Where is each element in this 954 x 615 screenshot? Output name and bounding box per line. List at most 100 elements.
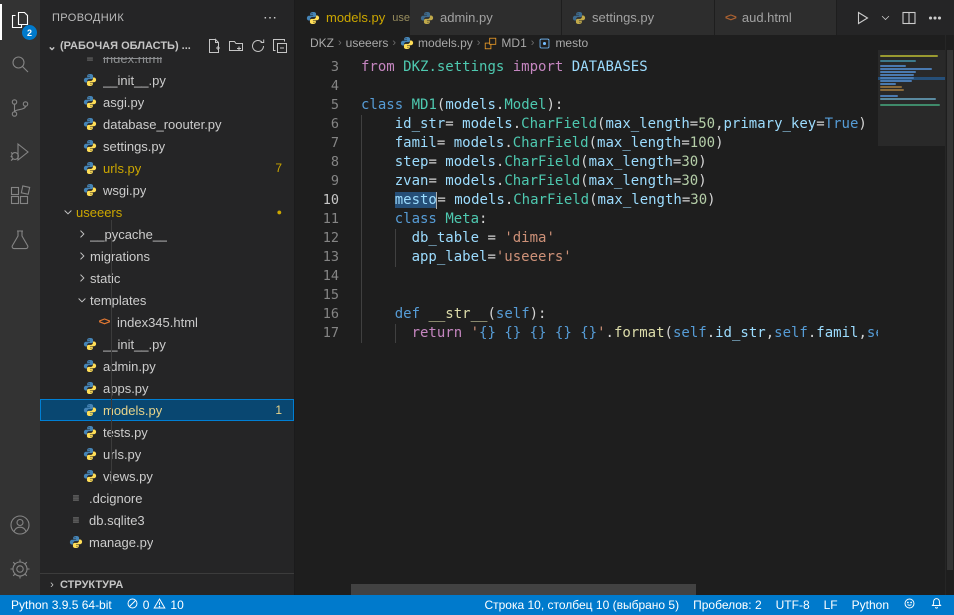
- status-language-mode[interactable]: Python: [845, 595, 896, 615]
- breadcrumb-item-DKZ[interactable]: DKZ: [310, 36, 334, 50]
- tree-item-wsgi.py[interactable]: wsgi.py: [40, 179, 294, 201]
- tree-item-manage.py[interactable]: manage.py: [40, 531, 294, 553]
- tree-indent-guide: [111, 220, 112, 484]
- activitybar-source-control[interactable]: [0, 88, 40, 132]
- tree-item-index345.html[interactable]: <>index345.html: [40, 311, 294, 333]
- tree-item-label: .dcignore: [89, 491, 142, 506]
- tree-item-views.py[interactable]: views.py: [40, 465, 294, 487]
- tree-item-templates[interactable]: templates: [40, 289, 294, 311]
- breadcrumb-item-mesto[interactable]: mesto: [538, 36, 588, 50]
- code-line-text: def __str__(self):: [339, 305, 546, 324]
- code-line-12[interactable]: 12 db_table = 'dima': [296, 229, 878, 248]
- code-line-text: id_str= models.CharField(max_length=50,p…: [339, 115, 867, 134]
- new-folder-icon-button[interactable]: [226, 36, 246, 56]
- code-line-7[interactable]: 7 famil= models.CharField(max_length=100…: [296, 134, 878, 153]
- tree-item-database_roouter.py[interactable]: database_roouter.py: [40, 113, 294, 135]
- tree-item-tests.py[interactable]: tests.py: [40, 421, 294, 443]
- tree-item-index.html[interactable]: ≡index.html: [40, 57, 294, 69]
- vertical-scrollbar[interactable]: [945, 35, 954, 595]
- tab-settings.py[interactable]: settings.py: [562, 0, 715, 35]
- tree-item-models.py[interactable]: models.py1: [40, 399, 294, 421]
- tree-item-urls.py[interactable]: urls.py7: [40, 157, 294, 179]
- code-line-14[interactable]: 14: [296, 267, 878, 286]
- python-file-icon: [68, 535, 84, 549]
- tab-admin.py[interactable]: admin.py: [410, 0, 562, 35]
- code-line-13[interactable]: 13 app_label='useeers': [296, 248, 878, 267]
- breadcrumb-item-MD1[interactable]: MD1: [484, 36, 526, 50]
- code-line-4[interactable]: 4: [296, 77, 878, 96]
- collapse-all-icon-button[interactable]: [270, 36, 290, 56]
- tree-item-label: asgi.py: [103, 95, 144, 110]
- status-encoding[interactable]: UTF-8: [769, 595, 817, 615]
- code-line-10[interactable]: 10 mesto= models.CharField(max_length=30…: [296, 191, 878, 210]
- code-line-text: [339, 286, 361, 305]
- error-count: 0: [143, 598, 150, 612]
- tree-item-__init__.py[interactable]: __init__.py: [40, 333, 294, 355]
- status-cursor-position[interactable]: Строка 10, столбец 10 (выбрано 5): [477, 595, 686, 615]
- chevron-right-icon: [74, 272, 90, 284]
- line-number: 16: [296, 305, 339, 324]
- activitybar-testing[interactable]: [0, 220, 40, 264]
- tree-item-label: templates: [90, 293, 146, 308]
- activitybar-run-debug[interactable]: [0, 132, 40, 176]
- tab-label: aud.html: [742, 10, 792, 25]
- problems-badge: 1: [275, 403, 282, 417]
- line-number: 9: [296, 172, 339, 191]
- tree-item-__init__.py[interactable]: __init__.py: [40, 69, 294, 91]
- code-editor[interactable]: 3from DKZ.settings import DATABASES45cla…: [296, 51, 878, 595]
- explorer-more-actions-button[interactable]: ⋯: [259, 9, 282, 26]
- code-line-5[interactable]: 5class MD1(models.Model):: [296, 96, 878, 115]
- breadcrumb-item-useeers[interactable]: useeers: [346, 36, 389, 50]
- tab-models.py[interactable]: models.pyuseeers1×: [296, 0, 410, 35]
- status-eol[interactable]: LF: [817, 595, 845, 615]
- tree-item-migrations[interactable]: migrations: [40, 245, 294, 267]
- activitybar-explorer[interactable]: 2: [0, 0, 40, 44]
- tree-item-urls.py[interactable]: urls.py: [40, 443, 294, 465]
- code-line-3[interactable]: 3from DKZ.settings import DATABASES: [296, 58, 878, 77]
- code-line-text: mesto= models.CharField(max_length=30): [339, 191, 716, 210]
- line-number: 6: [296, 115, 339, 134]
- horizontal-scrollbar[interactable]: [351, 584, 696, 595]
- code-line-15[interactable]: 15: [296, 286, 878, 305]
- code-line-11[interactable]: 11 class Meta:: [296, 210, 878, 229]
- sidebar-title: ПРОВОДНИК: [52, 12, 124, 24]
- tab-aud.html[interactable]: <>aud.html: [715, 0, 837, 35]
- tree-item-label: useeers: [76, 205, 122, 220]
- status-feedback[interactable]: [896, 595, 923, 615]
- code-line-16[interactable]: 16 def __str__(self):: [296, 305, 878, 324]
- tree-item-admin.py[interactable]: admin.py: [40, 355, 294, 377]
- status-python-interpreter[interactable]: Python 3.9.5 64-bit: [4, 595, 119, 615]
- split-editor-button[interactable]: [898, 6, 920, 30]
- new-file-icon-button[interactable]: [204, 36, 224, 56]
- tree-item-static[interactable]: static: [40, 267, 294, 289]
- code-line-6[interactable]: 6 id_str= models.CharField(max_length=50…: [296, 115, 878, 134]
- tree-item-asgi.py[interactable]: asgi.py: [40, 91, 294, 113]
- status-indentation[interactable]: Пробелов: 2: [686, 595, 769, 615]
- run-dropdown-button[interactable]: [877, 6, 894, 30]
- activitybar-settings[interactable]: [0, 549, 40, 593]
- minimap[interactable]: [878, 50, 945, 595]
- tree-item-label: settings.py: [103, 139, 165, 154]
- code-line-9[interactable]: 9 zvan= models.CharField(max_length=30): [296, 172, 878, 191]
- refresh-icon-button[interactable]: [248, 36, 268, 56]
- code-line-8[interactable]: 8 step= models.CharField(max_length=30): [296, 153, 878, 172]
- status-problems[interactable]: 010: [119, 595, 191, 615]
- tree-item-db.sqlite3[interactable]: ≡db.sqlite3: [40, 509, 294, 531]
- workspace-section-header[interactable]: ⌄ (РАБОЧАЯ ОБЛАСТЬ) ...: [40, 35, 294, 57]
- breadcrumb-item-models.py[interactable]: models.py: [400, 36, 473, 50]
- tree-item-settings.py[interactable]: settings.py: [40, 135, 294, 157]
- tree-item-apps.py[interactable]: apps.py: [40, 377, 294, 399]
- tree-item-label: urls.py: [103, 447, 141, 462]
- activitybar-extensions[interactable]: [0, 176, 40, 220]
- tree-item-useeers[interactable]: useeers●: [40, 201, 294, 223]
- run-button[interactable]: [851, 6, 873, 30]
- outline-section-header[interactable]: › СТРУКТУРА: [40, 573, 294, 595]
- activitybar-accounts[interactable]: [0, 505, 40, 549]
- code-line-17[interactable]: 17 return '{} {} {} {} {}'.format(self.i…: [296, 324, 878, 343]
- activitybar-search[interactable]: [0, 44, 40, 88]
- tree-item-.dcignore[interactable]: ≡.dcignore: [40, 487, 294, 509]
- code-line-text: step= models.CharField(max_length=30): [339, 153, 707, 172]
- more-actions-button[interactable]: [924, 6, 946, 30]
- tree-item-__pycache__[interactable]: __pycache__: [40, 223, 294, 245]
- status-notifications[interactable]: [923, 595, 950, 615]
